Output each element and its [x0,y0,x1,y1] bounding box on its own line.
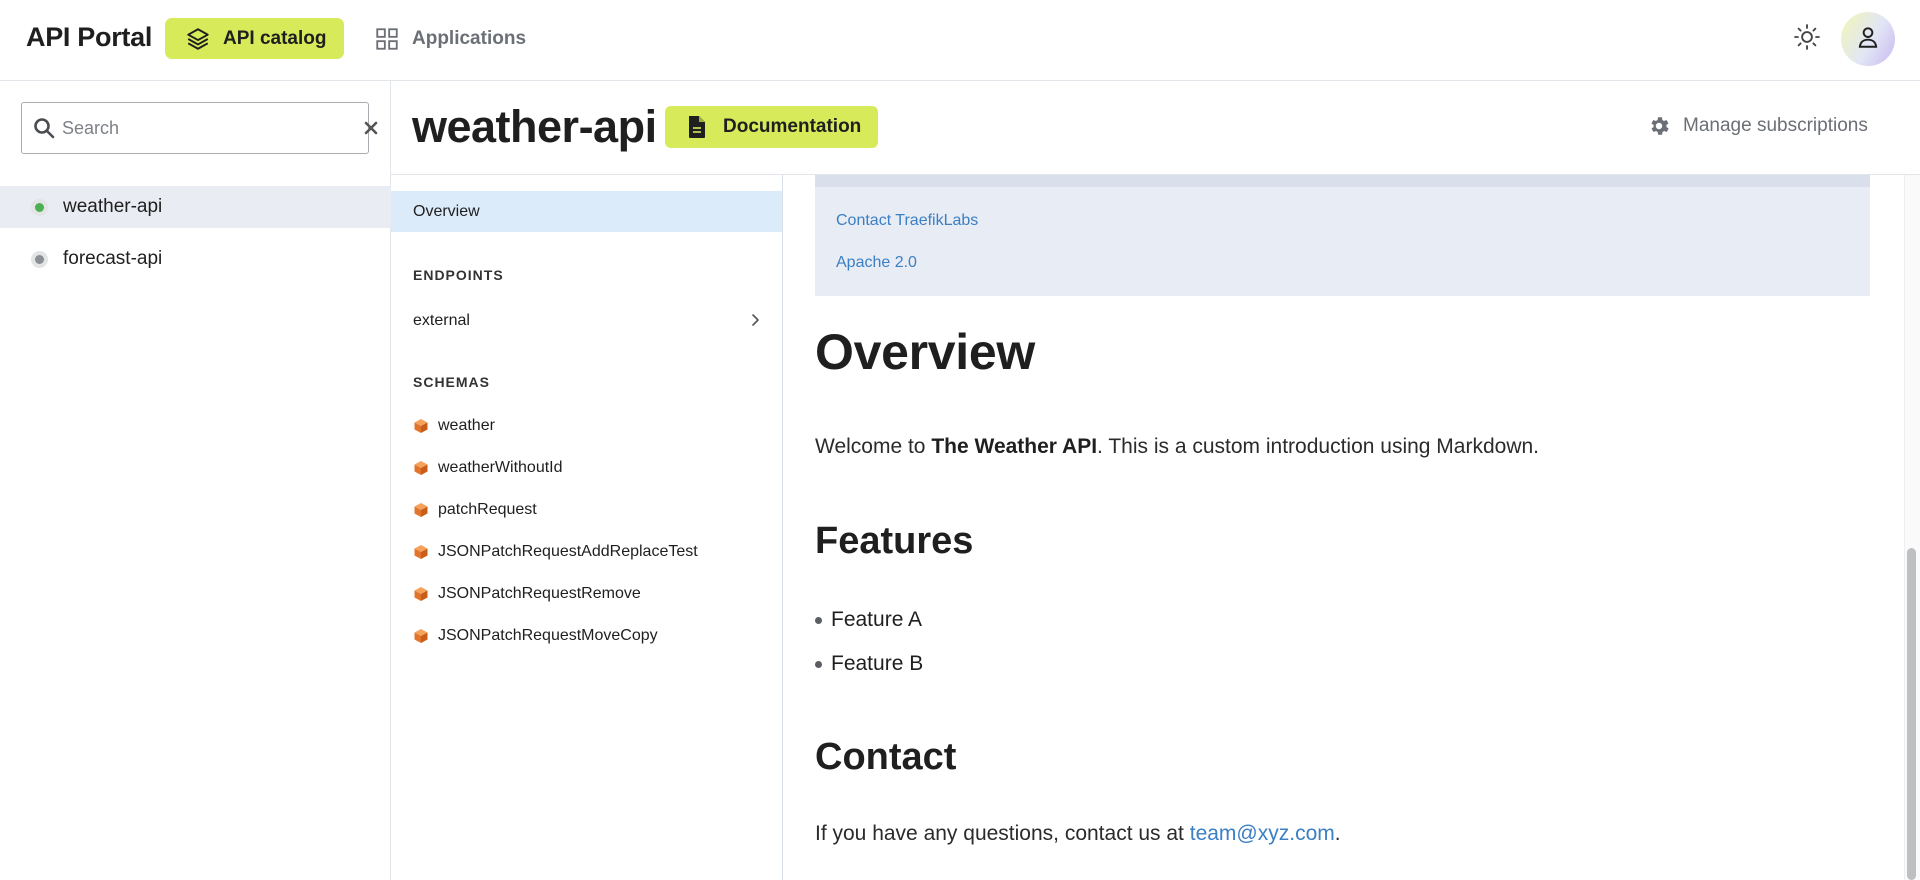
schema-item[interactable]: JSONPatchRequestMoveCopy [413,624,658,648]
endpoint-group-external[interactable]: external [413,308,763,334]
search-input[interactable] [62,113,332,143]
status-dot-inactive [31,250,48,268]
info-box-strip [815,175,1870,187]
feature-list-item: Feature A [815,608,922,632]
feature-label: Feature B [831,652,924,675]
manage-subscriptions-label: Manage subscriptions [1683,115,1868,136]
schema-label: JSONPatchRequestRemove [438,585,641,602]
search-icon [32,116,56,145]
documentation-button[interactable]: Documentation [665,106,878,148]
schema-item[interactable]: patchRequest [413,498,537,522]
bullet-dot [815,616,822,624]
search-box [21,102,378,154]
nav-applications[interactable]: Applications [374,18,534,59]
schema-label: weather [438,417,495,434]
contact-email-link[interactable]: team@xyz.com [1190,822,1335,845]
schemas-heading: SCHEMAS [413,374,491,390]
manage-subscriptions-button[interactable]: Manage subscriptions [1647,114,1868,138]
brand-title: API Portal [26,22,153,52]
document-icon [687,115,707,139]
layers-icon [185,26,211,52]
gear-icon [1647,114,1671,138]
cube-icon [413,418,429,434]
contact-suffix: . [1334,822,1341,845]
schema-item[interactable]: JSONPatchRequestRemove [413,582,641,606]
intro-suffix: . This is a custom introduction using Ma… [1097,435,1540,458]
contact-heading: Contact [815,736,957,778]
documentation-nav: Overview ENDPOINTS external SCHEMAS weat… [391,175,783,880]
status-dot-active [31,198,48,216]
schema-label: JSONPatchRequestAddReplaceTest [438,543,698,560]
endpoint-group-label: external [413,312,470,329]
schema-item[interactable]: weatherWithoutId [413,456,563,480]
docnav-item-overview[interactable]: Overview [391,191,782,232]
cube-icon [413,502,429,518]
docnav-overview-label: Overview [413,202,480,220]
overview-heading: Overview [815,324,1035,380]
user-avatar-button[interactable] [1841,12,1895,66]
intro-paragraph: Welcome to The Weather API. This is a cu… [815,435,1539,459]
endpoints-heading: ENDPOINTS [413,267,504,283]
api-header: weather-api Documentation Manage subscri… [391,81,1920,175]
top-bar: API Portal API catalog Applications [0,0,1920,81]
cube-icon [413,544,429,560]
cube-icon [413,586,429,602]
nav-api-catalog-label: API catalog [223,27,327,49]
schema-item[interactable]: JSONPatchRequestAddReplaceTest [413,540,698,564]
documentation-content: Contact TraefikLabs Apache 2.0 Overview … [783,175,1904,880]
api-title: weather-api [412,101,657,152]
api-list-item-label: forecast-api [63,248,163,269]
api-list-item-weather-api[interactable]: weather-api [0,186,391,228]
documentation-label: Documentation [723,116,862,137]
nav-applications-label: Applications [412,27,527,49]
user-icon [1855,24,1881,55]
api-list-item-label: weather-api [63,196,163,217]
schema-item[interactable]: weather [413,414,495,438]
feature-list-item: Feature B [815,652,923,676]
cube-icon [413,460,429,476]
nav-api-catalog[interactable]: API catalog [165,18,344,59]
bullet-dot [815,660,822,668]
intro-prefix: Welcome to [815,435,932,458]
api-list-item-forecast-api[interactable]: forecast-api [0,238,391,280]
chevron-right-icon [747,312,763,333]
theme-toggle-button[interactable] [1792,23,1822,56]
api-info-box: Contact TraefikLabs Apache 2.0 [815,175,1870,296]
grid-icon [374,26,400,52]
schema-label: patchRequest [438,501,537,518]
feature-label: Feature A [831,608,923,631]
contact-prefix: If you have any questions, contact us at [815,822,1190,845]
clear-search-button[interactable] [360,117,382,139]
contact-link[interactable]: Contact TraefikLabs [836,212,978,230]
schema-label: JSONPatchRequestMoveCopy [438,627,658,644]
license-link[interactable]: Apache 2.0 [836,254,917,272]
sun-icon [1793,23,1821,56]
intro-bold: The Weather API [931,435,1098,458]
cube-icon [413,628,429,644]
scrollbar-thumb[interactable] [1907,548,1916,880]
contact-paragraph: If you have any questions, contact us at… [815,822,1341,846]
schema-label: weatherWithoutId [438,459,563,476]
features-heading: Features [815,520,974,562]
api-sidebar: weather-api forecast-api [0,81,391,880]
